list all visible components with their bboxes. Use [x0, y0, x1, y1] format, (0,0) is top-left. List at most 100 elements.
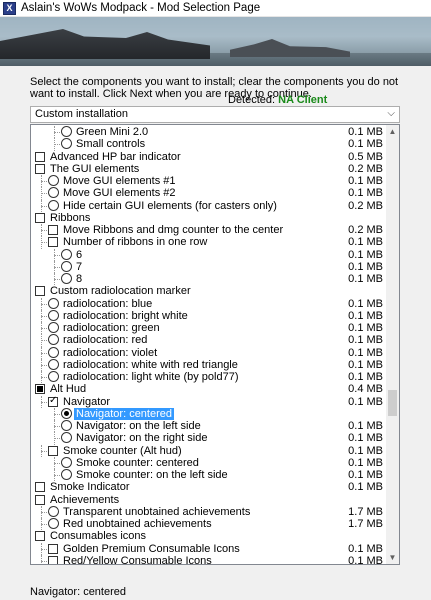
tree-item[interactable]: Advanced HP bar indicator 0.5 MB — [31, 151, 387, 163]
tree-item[interactable]: Alt Hud 0.4 MB — [31, 383, 387, 395]
component-checkbox[interactable] — [35, 212, 45, 223]
component-radio[interactable] — [48, 322, 59, 333]
component-radio[interactable] — [61, 126, 72, 137]
tree-item[interactable]: Small controls 0.1 MB — [31, 138, 387, 151]
component-label[interactable]: Red/Yellow Consumable Icons — [61, 555, 214, 564]
tree-item[interactable]: Custom radiolocation marker — [31, 285, 387, 297]
scroll-down-icon[interactable]: ▼ — [386, 551, 399, 564]
tree-item[interactable]: Number of ribbons in one row 0.1 MB — [31, 236, 387, 249]
component-radio[interactable] — [61, 138, 72, 150]
component-radio[interactable] — [48, 346, 59, 358]
component-label[interactable]: radiolocation: blue — [61, 298, 154, 310]
component-label[interactable]: The GUI elements — [48, 163, 141, 175]
component-tree[interactable]: Green Mini 2.0 0.1 MB Small controls 0.1 MB… — [30, 124, 400, 565]
tree-item[interactable]: Transparent unobtained achievements 1.7 M… — [31, 505, 387, 518]
component-label[interactable]: Alt Hud — [48, 383, 88, 395]
component-radio[interactable] — [61, 456, 72, 468]
component-checkbox[interactable] — [48, 225, 58, 235]
component-label[interactable]: Golden Premium Consumable Icons — [61, 543, 242, 555]
tree-item[interactable]: 7 0.1 MB — [31, 260, 387, 273]
component-label[interactable]: Hide certain GUI elements (for casters o… — [61, 200, 279, 212]
tree-item[interactable]: radiolocation: light white (by pold77) 0.… — [31, 371, 387, 384]
component-label[interactable]: Small controls — [74, 138, 147, 150]
component-radio[interactable] — [48, 297, 59, 309]
component-label[interactable]: radiolocation: green — [61, 322, 162, 334]
tree-item[interactable]: 8 0.1 MB — [31, 273, 387, 286]
tree-scrollbar[interactable]: ▲ ▼ — [386, 125, 399, 564]
component-radio[interactable] — [61, 469, 72, 480]
component-label[interactable]: Ribbons — [48, 212, 92, 224]
component-label[interactable]: Green Mini 2.0 — [74, 126, 150, 138]
component-radio[interactable] — [48, 334, 59, 346]
component-label[interactable]: Smoke Indicator — [48, 481, 131, 493]
component-radio[interactable] — [48, 358, 59, 370]
component-label[interactable]: 8 — [74, 273, 84, 285]
tree-item[interactable]: Red/Yellow Consumable Icons 0.1 MB — [31, 554, 387, 564]
component-radio[interactable] — [48, 518, 59, 529]
chevron-down-icon[interactable]: ⌵ — [387, 108, 395, 119]
component-radio[interactable] — [61, 432, 72, 444]
component-label[interactable]: Custom radiolocation marker — [48, 285, 193, 297]
tree-item[interactable]: Green Mini 2.0 0.1 MB — [31, 126, 387, 139]
component-label[interactable]: radiolocation: bright white — [61, 310, 190, 322]
component-checkbox[interactable] — [35, 384, 45, 395]
component-radio[interactable] — [61, 260, 72, 272]
component-checkbox[interactable] — [48, 555, 58, 564]
scrollbar-thumb[interactable] — [388, 390, 397, 416]
component-label[interactable]: Navigator — [61, 396, 112, 408]
component-checkbox[interactable] — [48, 543, 58, 554]
component-label[interactable]: Move GUI elements #2 — [61, 187, 178, 199]
tree-item[interactable]: Move GUI elements #1 0.1 MB — [31, 175, 387, 188]
component-label[interactable]: Advanced HP bar indicator — [48, 151, 183, 163]
component-radio[interactable] — [48, 187, 59, 199]
scroll-up-icon[interactable]: ▲ — [386, 125, 399, 138]
component-checkbox[interactable] — [35, 286, 45, 297]
tree-item[interactable]: radiolocation: violet 0.1 MB — [31, 346, 387, 359]
tree-item[interactable]: radiolocation: bright white 0.1 MB — [31, 309, 387, 322]
tree-item[interactable]: Navigator: centered — [31, 407, 387, 420]
tree-item[interactable]: radiolocation: red 0.1 MB — [31, 334, 387, 347]
tree-item[interactable]: The GUI elements 0.2 MB — [31, 163, 387, 175]
tree-item[interactable]: Move GUI elements #2 0.1 MB — [31, 187, 387, 200]
tree-item[interactable]: Hide certain GUI elements (for casters o… — [31, 199, 387, 212]
tree-item[interactable]: radiolocation: blue 0.1 MB — [31, 297, 387, 310]
component-label[interactable]: 7 — [74, 261, 84, 273]
tree-item[interactable]: Golden Premium Consumable Icons 0.1 MB — [31, 542, 387, 555]
tree-item[interactable]: Red unobtained achievements 1.7 MB — [31, 518, 387, 531]
component-radio[interactable] — [48, 371, 59, 382]
component-radio[interactable] — [61, 273, 72, 284]
tree-item[interactable]: 6 0.1 MB — [31, 248, 387, 261]
component-checkbox[interactable] — [48, 237, 58, 248]
component-label[interactable]: 6 — [74, 249, 84, 261]
component-checkbox[interactable] — [35, 151, 45, 162]
component-radio[interactable] — [48, 199, 59, 211]
component-checkbox[interactable] — [35, 531, 45, 542]
tree-item[interactable]: radiolocation: green 0.1 MB — [31, 322, 387, 335]
tree-item[interactable]: Ribbons — [31, 212, 387, 224]
component-label[interactable]: radiolocation: red — [61, 334, 149, 346]
tree-item[interactable]: Smoke counter (Alt hud) 0.1 MB — [31, 444, 387, 457]
component-label[interactable]: radiolocation: white with red triangle — [61, 359, 240, 371]
component-label[interactable]: Smoke counter: on the left side — [74, 469, 230, 481]
component-label[interactable]: Transparent unobtained achievements — [61, 506, 252, 518]
tree-item[interactable]: Achievements — [31, 494, 387, 506]
component-radio[interactable] — [48, 309, 59, 321]
component-label[interactable]: Navigator: centered — [74, 407, 174, 420]
component-label[interactable]: Number of ribbons in one row — [61, 236, 209, 248]
tree-item[interactable]: radiolocation: white with red triangle 0.… — [31, 358, 387, 371]
component-radio[interactable] — [61, 407, 72, 419]
component-label[interactable]: radiolocation: light white (by pold77) — [61, 371, 241, 383]
component-checkbox[interactable] — [35, 482, 45, 493]
component-label[interactable]: Navigator: on the right side — [74, 432, 209, 444]
tree-item[interactable]: Navigator: on the left side 0.1 MB — [31, 420, 387, 433]
component-checkbox[interactable] — [48, 395, 58, 407]
component-checkbox[interactable] — [35, 494, 45, 505]
component-label[interactable]: Smoke counter: centered — [74, 457, 201, 469]
tree-item[interactable]: Navigator: on the right side 0.1 MB — [31, 432, 387, 445]
component-label[interactable]: Navigator: on the left side — [74, 420, 203, 432]
tree-item[interactable]: Move Ribbons and dmg counter to the cent… — [31, 224, 387, 237]
component-radio[interactable] — [48, 175, 59, 186]
component-label[interactable]: radiolocation: violet — [61, 347, 159, 359]
tree-item[interactable]: Smoke Indicator 0.1 MB — [31, 481, 387, 493]
component-checkbox[interactable] — [35, 163, 45, 174]
